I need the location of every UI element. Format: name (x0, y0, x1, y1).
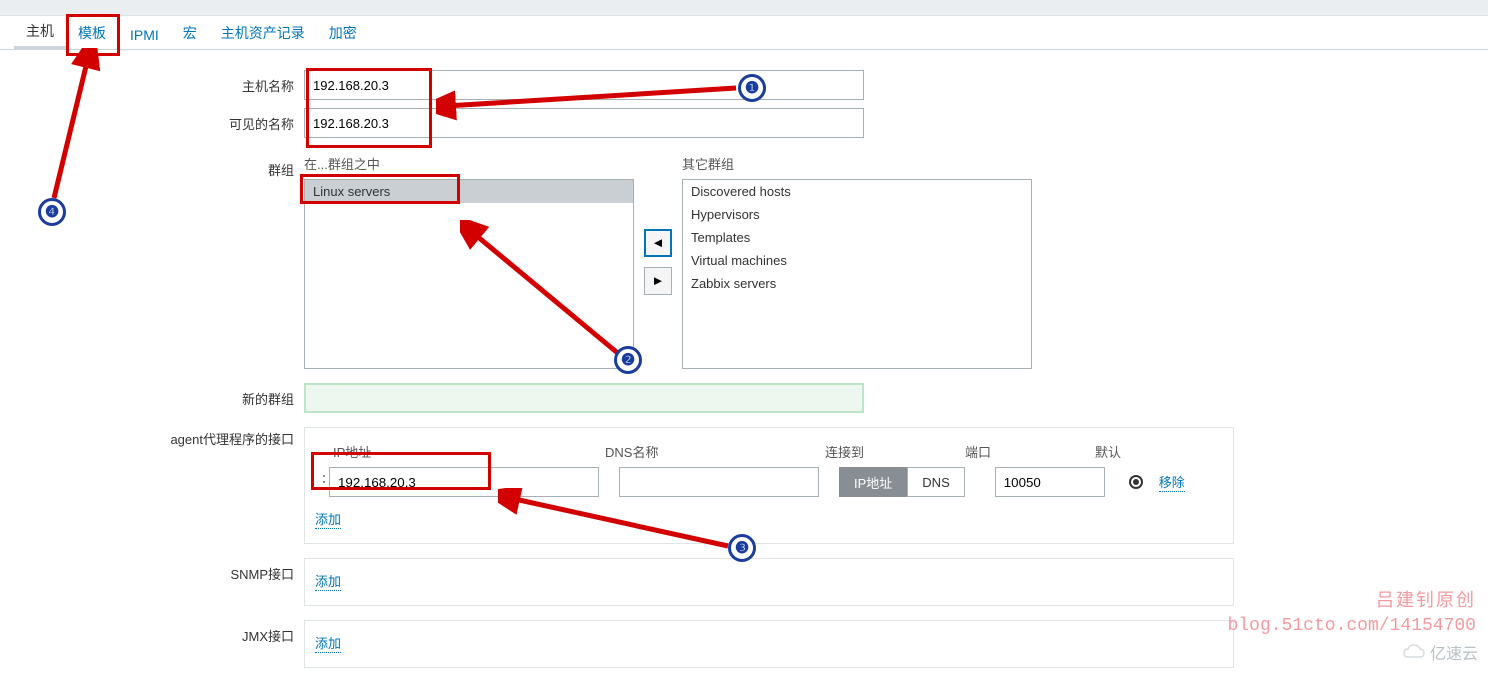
window-chrome (0, 0, 1488, 16)
drag-handle-icon[interactable]: ⋮⋮ (315, 477, 329, 487)
snmp-interface-box: 添加 (304, 558, 1234, 606)
label-snmp-interfaces: SNMP接口 (0, 558, 304, 606)
move-left-button[interactable]: ◄ (644, 229, 672, 257)
header-port: 端口 (965, 442, 1095, 461)
header-default: 默认 (1095, 442, 1121, 461)
host-name-input[interactable] (304, 70, 864, 100)
tab-host[interactable]: 主机 (14, 13, 66, 49)
add-jmx-interface-link[interactable]: 添加 (315, 633, 341, 653)
add-agent-interface-link[interactable]: 添加 (315, 509, 341, 529)
agent-interface-box: IP地址 DNS名称 连接到 端口 默认 ⋮⋮ IP地址 DNS (304, 427, 1234, 544)
list-item[interactable]: Virtual machines (683, 249, 1031, 272)
host-form: 主机名称 可见的名称 群组 在...群组之中 Linux servers (0, 70, 1488, 668)
label-host-name: 主机名称 (0, 70, 304, 100)
tab-ipmi[interactable]: IPMI (118, 19, 171, 49)
connect-to-toggle: IP地址 DNS (839, 467, 965, 497)
new-group-input[interactable] (304, 383, 864, 413)
header-connect-to: 连接到 (825, 442, 965, 461)
triangle-right-icon: ► (651, 273, 664, 288)
radio-checked-icon (1129, 475, 1143, 489)
label-visible-name: 可见的名称 (0, 108, 304, 138)
other-groups-listbox[interactable]: Discovered hosts Hypervisors Templates V… (682, 179, 1032, 369)
default-interface-radio[interactable] (1129, 475, 1147, 489)
list-item[interactable]: Discovered hosts (683, 180, 1031, 203)
list-item[interactable]: Linux servers (305, 180, 633, 203)
add-snmp-interface-link[interactable]: 添加 (315, 571, 341, 591)
tab-encryption[interactable]: 加密 (317, 15, 369, 49)
header-dns: DNS名称 (605, 442, 825, 461)
connect-to-ip-button[interactable]: IP地址 (839, 467, 907, 497)
agent-port-input[interactable] (995, 467, 1105, 497)
move-right-button[interactable]: ► (644, 267, 672, 295)
header-ip: IP地址 (315, 442, 605, 461)
label-other-groups: 其它群组 (682, 154, 1032, 173)
label-new-group: 新的群组 (0, 383, 304, 413)
remove-interface-link[interactable]: 移除 (1159, 472, 1185, 492)
connect-to-dns-button[interactable]: DNS (907, 467, 964, 497)
list-item[interactable]: Templates (683, 226, 1031, 249)
agent-ip-input[interactable] (329, 467, 599, 497)
label-agent-interfaces: agent代理程序的接口 (0, 427, 304, 544)
label-in-groups: 在...群组之中 (304, 154, 634, 173)
triangle-left-icon: ◄ (651, 235, 664, 250)
tab-inventory[interactable]: 主机资产记录 (209, 15, 317, 49)
agent-dns-input[interactable] (619, 467, 819, 497)
visible-name-input[interactable] (304, 108, 864, 138)
jmx-interface-box: 添加 (304, 620, 1234, 668)
list-item[interactable]: Zabbix servers (683, 272, 1031, 295)
label-groups: 群组 (0, 154, 304, 369)
tab-macros[interactable]: 宏 (171, 15, 209, 49)
list-item[interactable]: Hypervisors (683, 203, 1031, 226)
label-jmx-interfaces: JMX接口 (0, 620, 304, 668)
tab-templates[interactable]: 模板 (66, 15, 118, 49)
host-config-tabs: 主机 模板 IPMI 宏 主机资产记录 加密 (0, 16, 1488, 50)
in-groups-listbox[interactable]: Linux servers (304, 179, 634, 369)
